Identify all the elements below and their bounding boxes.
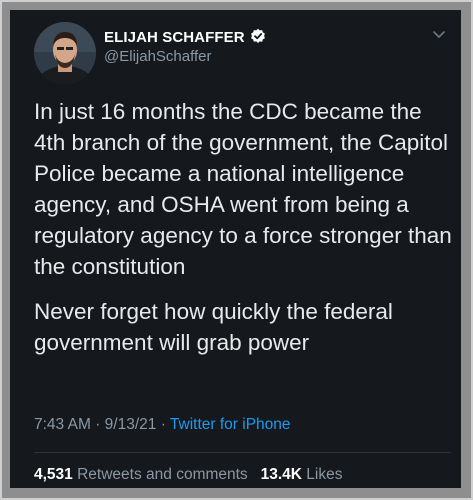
chevron-down-icon[interactable] xyxy=(431,26,447,42)
retweets-count: 4,531 xyxy=(34,466,73,483)
retweets-stat[interactable]: 4,531 Retweets and comments xyxy=(34,466,248,483)
author-name-text: ELIJAH SCHAFFER xyxy=(104,29,245,46)
tweet-date[interactable]: 9/13/21 xyxy=(105,416,157,433)
tweet-time[interactable]: 7:43 AM xyxy=(34,416,91,433)
meta-separator: · xyxy=(95,416,101,433)
avatar[interactable] xyxy=(34,22,96,84)
avatar-image xyxy=(34,22,96,84)
retweets-label: Retweets and comments xyxy=(77,466,248,483)
likes-stat[interactable]: 13.4K Likes xyxy=(261,466,343,483)
likes-count: 13.4K xyxy=(260,466,302,483)
divider xyxy=(34,452,451,453)
tweet-source-link[interactable]: Twitter for iPhone xyxy=(170,416,291,433)
likes-label: Likes xyxy=(306,466,343,483)
tweet-stats: 4,531 Retweets and comments 13.4K Likes xyxy=(34,466,342,484)
tweet-card: ELIJAH SCHAFFER @ElijahSchaffer In just … xyxy=(10,10,461,488)
tweet-metadata: 7:43 AM · 9/13/21 · Twitter for iPhone xyxy=(34,416,291,434)
tweet-paragraph: Never forget how quickly the federal gov… xyxy=(34,299,393,355)
meta-separator: · xyxy=(160,416,166,433)
verified-badge-icon xyxy=(250,28,265,43)
tweet-text: In just 16 months the CDC became the 4th… xyxy=(34,96,454,372)
author-handle[interactable]: @ElijahSchaffer xyxy=(104,48,212,65)
tweet-paragraph: In just 16 months the CDC became the 4th… xyxy=(34,99,452,279)
author-name[interactable]: ELIJAH SCHAFFER xyxy=(104,28,266,46)
